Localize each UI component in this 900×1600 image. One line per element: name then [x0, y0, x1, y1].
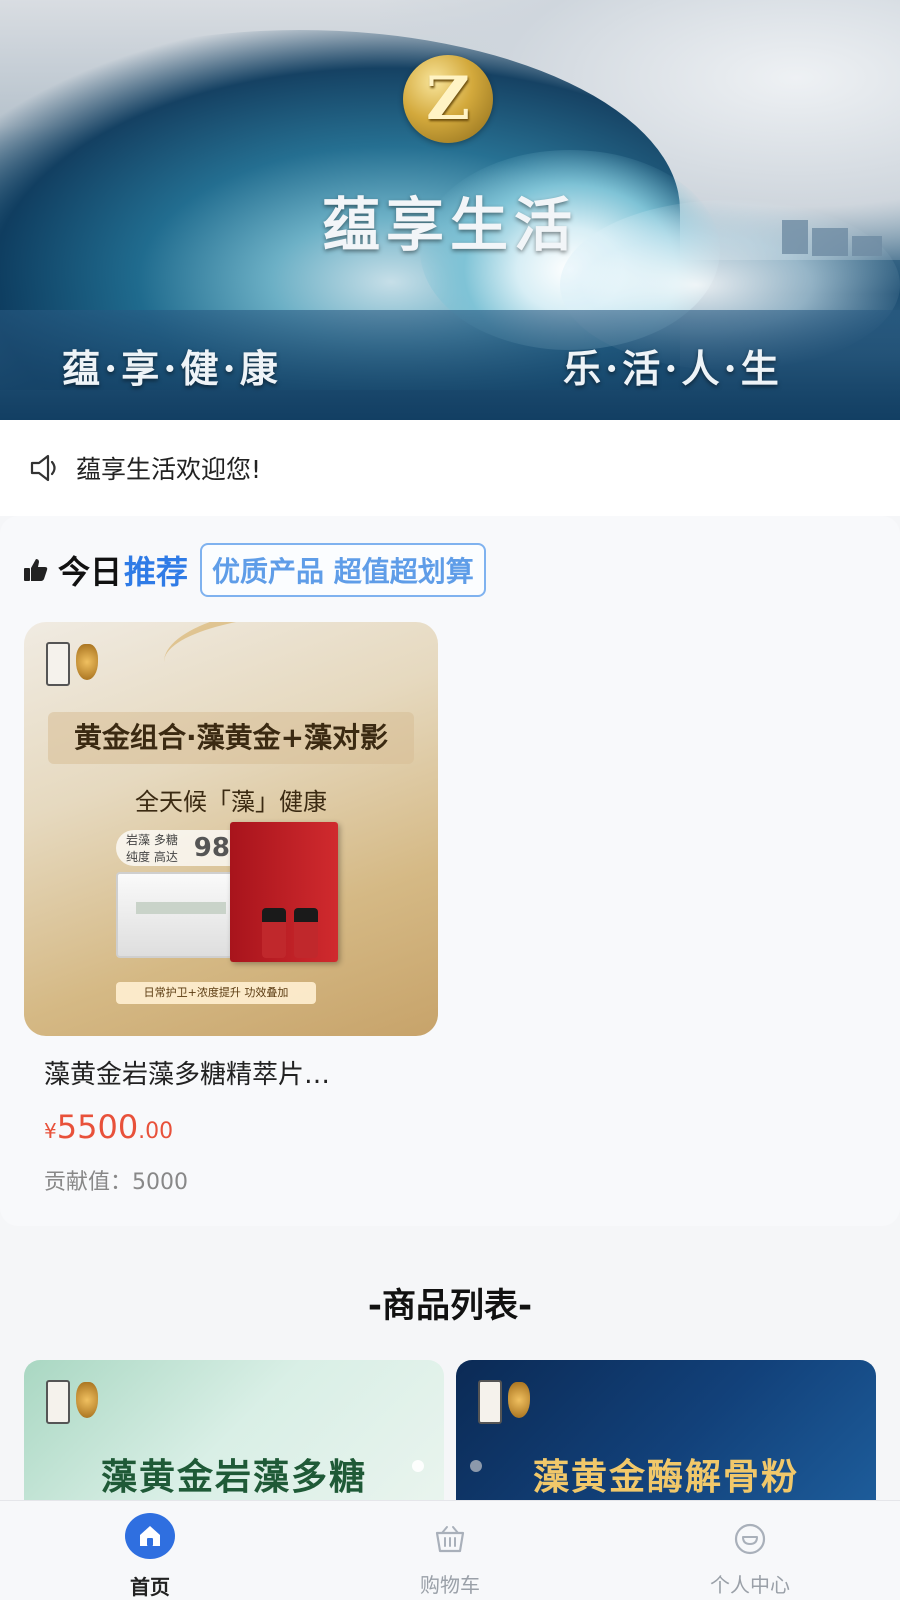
banner-slogan-left: 蕴·享·健·康 — [62, 346, 282, 391]
product-card-title: 藻黄金酶解骨粉 — [532, 1456, 799, 1498]
brand-seal-icon — [76, 1382, 98, 1418]
image-bottom-tag: 日常护卫+浓度提升 功效叠加 — [116, 982, 316, 1004]
tab-home-label: 首页 — [130, 1575, 170, 1599]
recommend-header: 今日 推荐 优质产品 超值超划算 — [22, 542, 486, 598]
recommended-product-image[interactable]: 黄金组合·藻黄金+藻对影 全天候「藻」健康 岩藻 多糖 纯度 高达 98% 日常… — [24, 622, 438, 1036]
product-list-title: -商品列表- — [367, 1286, 533, 1326]
home-icon — [125, 1513, 175, 1559]
brand-mark-icon — [478, 1380, 502, 1424]
product-card-title: 藻黄金岩藻多糖 — [100, 1456, 367, 1498]
cart-icon — [435, 1526, 465, 1553]
brand-mark-icon — [46, 642, 70, 686]
brand-mark-icon — [46, 1380, 70, 1424]
brand-seal-icon — [508, 1382, 530, 1418]
brand-logo: Z — [403, 55, 493, 143]
product-list-card[interactable]: 藻黄金岩藻多糖 — [24, 1360, 444, 1500]
recommend-section: 今日 推荐 优质产品 超值超划算 黄金组合·藻黄金+藻对影 全天候「藻」健康 岩… — [0, 516, 900, 1226]
price-currency: ¥ — [44, 1119, 57, 1143]
product-bottle — [262, 908, 286, 958]
notice-bar: 蕴享生活欢迎您! — [0, 420, 900, 516]
purity-badge-text: 岩藻 多糖 纯度 高达 — [126, 833, 178, 864]
carousel-dot[interactable] — [470, 1460, 482, 1472]
brand-logo-letter: Z — [426, 64, 470, 134]
product-name[interactable]: 藻黄金岩藻多糖精萃片… — [44, 1054, 404, 1091]
product-list-card[interactable]: 藻黄金酶解骨粉 — [456, 1360, 876, 1500]
product-price: ¥5500.00 — [44, 1108, 173, 1146]
hero-banner[interactable]: Z 蕴享生活 蕴·享·健·康 乐·活·人·生 — [0, 0, 900, 420]
carousel-dot-active[interactable] — [412, 1460, 424, 1472]
carousel-indicator — [412, 1460, 482, 1472]
product-box-white — [116, 872, 242, 958]
brand-seal-icon — [76, 644, 98, 680]
notice-text: 蕴享生活欢迎您! — [76, 455, 262, 484]
recommend-tag: 优质产品 超值超划算 — [200, 543, 486, 597]
price-integer: 5500 — [56, 1108, 139, 1146]
tab-cart[interactable]: 购物车 — [300, 1501, 600, 1600]
bottom-tab-bar: 首页 购物车 个人中心 — [0, 1500, 900, 1600]
contribution-value: 贡献值：5000 — [44, 1170, 188, 1195]
banner-slogan-right: 乐·活·人·生 — [563, 346, 783, 391]
image-subline: 全天候「藻」健康 — [135, 788, 327, 816]
recommend-title-today: 今日 — [58, 553, 123, 591]
price-decimal: .00 — [138, 1119, 174, 1144]
profile-icon — [734, 1523, 766, 1555]
tab-cart-label: 购物车 — [420, 1573, 480, 1597]
image-headline: 黄金组合·藻黄金+藻对影 — [48, 712, 414, 764]
recommend-title-recommend: 推荐 — [124, 553, 189, 591]
banner-title: 蕴享生活 — [321, 191, 578, 259]
tab-home[interactable]: 首页 — [0, 1501, 300, 1600]
thumbs-up-icon — [24, 559, 48, 581]
product-bottle — [294, 908, 318, 958]
tab-profile-label: 个人中心 — [710, 1573, 790, 1597]
speaker-icon — [30, 454, 56, 482]
tab-profile[interactable]: 个人中心 — [600, 1501, 900, 1600]
image-decoration — [164, 622, 438, 722]
